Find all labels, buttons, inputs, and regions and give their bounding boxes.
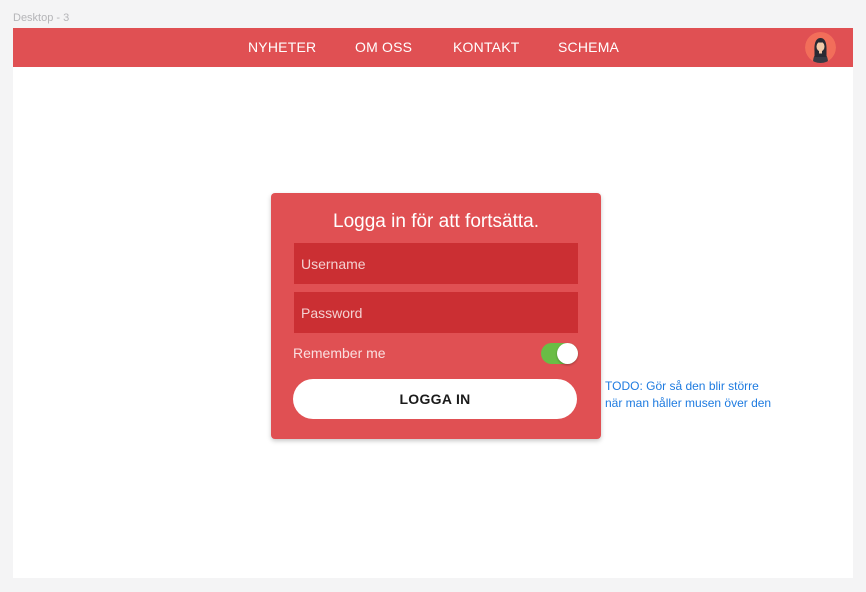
nav-item-nyheter[interactable]: NYHETER [248, 28, 316, 67]
login-title: Logga in för att fortsätta. [333, 211, 539, 232]
todo-line-1: TODO: Gör så den blir större [605, 379, 759, 393]
login-card: Logga in för att fortsätta. Remember me … [271, 193, 601, 439]
todo-annotation: TODO: Gör så den blir större när man hål… [605, 378, 785, 412]
top-navbar: NYHETER OM OSS KONTAKT SCHEMA [13, 28, 853, 67]
nav-item-schema[interactable]: SCHEMA [558, 28, 619, 67]
nav-item-om-oss[interactable]: OM OSS [355, 28, 412, 67]
artboard-label: Desktop - 3 [13, 12, 70, 24]
login-button[interactable]: LOGGA IN [293, 379, 577, 419]
artboard: NYHETER OM OSS KONTAKT SCHEMA Logga in f… [13, 28, 853, 578]
username-input[interactable] [294, 243, 578, 284]
toggle-knob [557, 343, 578, 364]
nav-item-kontakt[interactable]: KONTAKT [453, 28, 519, 67]
user-avatar-icon[interactable] [805, 32, 836, 63]
remember-me-label: Remember me [293, 345, 386, 361]
remember-me-toggle[interactable] [541, 343, 578, 364]
todo-line-2: när man håller musen över den [605, 396, 772, 410]
password-input[interactable] [294, 292, 578, 333]
